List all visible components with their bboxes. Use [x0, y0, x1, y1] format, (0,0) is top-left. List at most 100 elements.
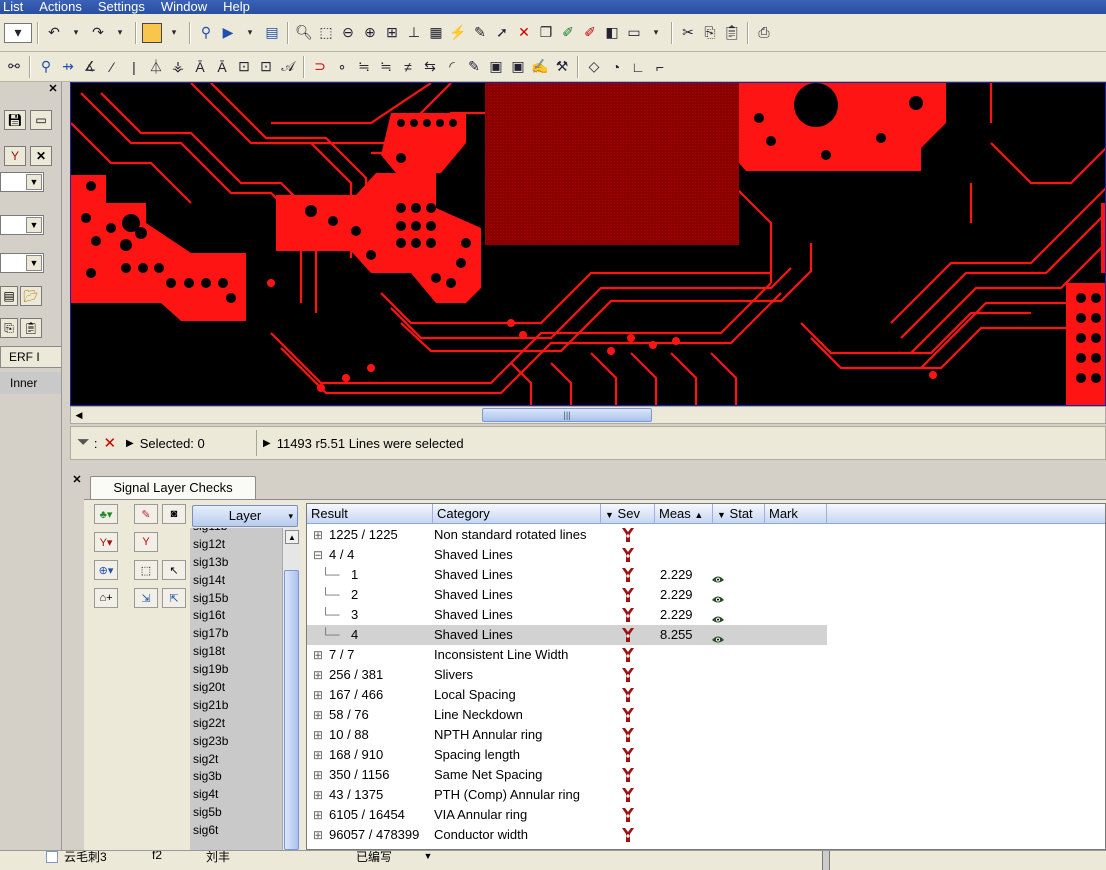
run-dropdown-icon[interactable]: ▾	[240, 23, 260, 43]
route-1-icon[interactable]: ≒	[354, 57, 374, 77]
result-row[interactable]: ⊞ 6105 / 16454 VIA Annular ring	[307, 805, 1105, 825]
frame-2-icon[interactable]: ⊡	[256, 57, 276, 77]
layer-item[interactable]: sig21b	[190, 697, 282, 715]
expand-icon[interactable]: ⊞	[313, 765, 323, 785]
import-icon[interactable]: ⇱	[162, 588, 186, 608]
severity-filter-icon[interactable]: Y	[4, 146, 26, 166]
zoom-in-icon[interactable]: ⊕	[360, 23, 380, 43]
layer-item[interactable]: sig2t	[190, 751, 282, 769]
column-mark[interactable]: Mark	[765, 504, 827, 524]
chevron-down-icon[interactable]: ▼	[420, 851, 436, 865]
brush-icon[interactable]: ✎	[464, 57, 484, 77]
unselect-icon[interactable]: ✕	[514, 23, 534, 43]
display-dropdown-icon[interactable]: ▾	[646, 23, 666, 43]
menu-help[interactable]: Help	[215, 0, 258, 13]
arc-icon[interactable]: ◜	[442, 57, 462, 77]
redo-dropdown-icon[interactable]: ▾	[110, 23, 130, 43]
zoom-target-icon[interactable]: ⊕▾	[94, 560, 118, 580]
layout-icon[interactable]	[142, 22, 162, 43]
result-row[interactable]: ⊞ 256 / 381 Slivers	[307, 665, 1105, 685]
erf-tab[interactable]: ERF I	[0, 346, 61, 368]
layer-item[interactable]: sig14t	[190, 572, 282, 590]
italic-icon[interactable]: 𝒜	[278, 57, 298, 77]
measure-icon[interactable]: ⊥	[404, 23, 424, 43]
result-row[interactable]: ⊟ 4 / 4 Shaved Lines	[307, 545, 1105, 565]
add-line-icon[interactable]: ⇸	[58, 57, 78, 77]
layer-item[interactable]: sig3b	[190, 768, 282, 786]
undo-icon[interactable]: ↶	[44, 23, 64, 43]
zoom-window-icon[interactable]: ⬚	[316, 23, 336, 43]
layer-item[interactable]: sig20t	[190, 679, 282, 697]
layer-item[interactable]: sig6t	[190, 822, 282, 840]
add-check-icon[interactable]: ⌂+	[94, 588, 118, 608]
tools-icon[interactable]: ⚒	[552, 57, 572, 77]
splitter[interactable]	[822, 851, 830, 870]
eye-icon[interactable]	[711, 630, 725, 643]
pin-icon[interactable]: ⚶	[168, 57, 188, 77]
expand-icon[interactable]: ⊞	[313, 525, 323, 545]
drc-icon[interactable]: ⏃	[146, 57, 166, 77]
window-icon[interactable]: ▭	[30, 110, 52, 130]
layer-item[interactable]: sig19b	[190, 661, 282, 679]
magnet-icon[interactable]: ⊃	[310, 57, 330, 77]
result-row[interactable]: └─ 3 Shaved Lines 2.229	[307, 605, 1105, 625]
expand-icon[interactable]: ⊞	[313, 785, 323, 805]
route-2-icon[interactable]: ≒	[376, 57, 396, 77]
result-row[interactable]: └─ 2 Shaved Lines 2.229	[307, 585, 1105, 605]
grid-icon[interactable]: ▦	[426, 23, 446, 43]
column-stat[interactable]: ▼ Stat	[713, 504, 765, 524]
snap-icon[interactable]: ⚡	[448, 23, 468, 43]
open-icon[interactable]: ▤	[0, 286, 18, 306]
slash-icon[interactable]: ⁄	[102, 57, 122, 77]
expand-icon[interactable]: ⊞	[313, 645, 323, 665]
pcb-canvas[interactable]	[70, 82, 1106, 406]
expand-icon[interactable]: ⊞	[313, 725, 323, 745]
checkbox[interactable]	[46, 851, 58, 863]
scroll-thumb[interactable]: |||	[482, 408, 652, 422]
menu-window[interactable]: Window	[153, 0, 215, 13]
layer-item[interactable]: sig17b	[190, 625, 282, 643]
panel-icon[interactable]: ▣	[486, 57, 506, 77]
column-category[interactable]: Category	[433, 504, 601, 524]
result-row[interactable]: ⊞ 10 / 88 NPTH Annular ring	[307, 725, 1105, 745]
paste-icon[interactable]: 📋︎	[20, 318, 42, 338]
layer-item[interactable]: sig15b	[190, 590, 282, 608]
copy-icon[interactable]: ⎘	[0, 318, 18, 338]
column-result[interactable]: Result	[307, 504, 433, 524]
close-results-icon[interactable]: ✕	[70, 473, 84, 487]
scroll-left-icon[interactable]: ◀	[72, 408, 86, 422]
severity-filter-icon[interactable]: Y▾	[94, 532, 118, 552]
filter-dropdown-3[interactable]: ▼	[0, 253, 44, 273]
mark-b-icon[interactable]: Ā	[212, 57, 232, 77]
write-icon[interactable]: ✍	[530, 57, 550, 77]
tab-signal-layer-checks[interactable]: Signal Layer Checks	[90, 476, 256, 500]
route-4-icon[interactable]: ⇆	[420, 57, 440, 77]
vertical-line-icon[interactable]: |	[124, 57, 144, 77]
filter-icon[interactable]: ⚲	[196, 23, 216, 43]
clear-icon[interactable]: ✕	[30, 146, 52, 166]
pad-icon[interactable]: ∘	[332, 57, 352, 77]
result-row[interactable]: ⊞ 350 / 1156 Same Net Spacing	[307, 765, 1105, 785]
expand-icon[interactable]: ⊞	[313, 665, 323, 685]
redo-icon[interactable]: ↷	[88, 23, 108, 43]
filter-dropdown-2[interactable]: ▼	[0, 215, 44, 235]
report-icon[interactable]: ▤	[262, 23, 282, 43]
result-row[interactable]: ⊞ 7 / 7 Inconsistent Line Width	[307, 645, 1105, 665]
result-row[interactable]: ⊞ 58 / 76 Line Neckdown	[307, 705, 1105, 725]
display-icon[interactable]: ▭	[624, 23, 644, 43]
layer-item[interactable]: sig4t	[190, 786, 282, 804]
probe-icon[interactable]: ⚲	[36, 57, 56, 77]
pen-red-icon[interactable]: ✐	[580, 23, 600, 43]
layer-dropdown-icon[interactable]: ▾	[4, 22, 32, 43]
layer-item[interactable]: sig23b	[190, 733, 282, 751]
eye-icon[interactable]	[711, 570, 725, 583]
close-left-panel-icon[interactable]: ✕	[46, 82, 60, 96]
scroll-up-icon[interactable]: ▲	[285, 530, 299, 544]
expand-icon[interactable]: ⊞	[313, 685, 323, 705]
result-row[interactable]: ⊞ 96057 / 478399 Conductor width	[307, 825, 1105, 845]
inner-row[interactable]: Inner	[0, 372, 61, 394]
diamond-icon[interactable]: ◇	[584, 57, 604, 77]
panel-2-icon[interactable]: ▣	[508, 57, 528, 77]
clear-selection-icon[interactable]: ✕	[103, 434, 116, 452]
pointer-icon[interactable]: ↖	[162, 560, 186, 580]
